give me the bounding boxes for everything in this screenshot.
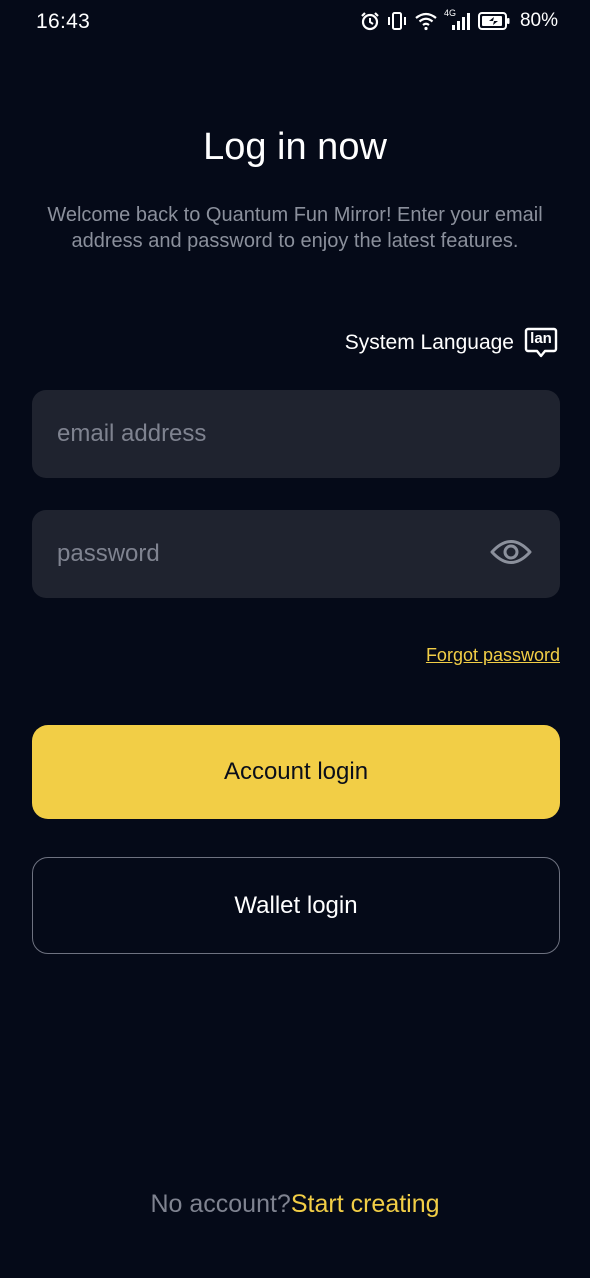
account-login-button[interactable]: Account login [32, 725, 560, 819]
password-input[interactable] [32, 510, 560, 598]
battery-icon [477, 12, 510, 30]
login-screen: 16:43 4G 80% Log in now Welcome back to … [0, 0, 590, 1278]
signal-icon: 4G [444, 8, 472, 32]
page-subtitle: Welcome back to Quantum Fun Mirror! Ente… [47, 204, 543, 252]
password-field-container [32, 510, 560, 598]
vibrate-icon [386, 11, 408, 31]
email-field-container [32, 390, 560, 478]
no-account-text: No account? [150, 1190, 291, 1218]
alarm-icon [360, 11, 380, 31]
email-input[interactable] [32, 390, 560, 478]
start-creating-link[interactable]: Start creating [291, 1190, 440, 1218]
language-selector[interactable]: System Language lan [345, 326, 558, 360]
wifi-icon [414, 11, 438, 31]
eye-icon [490, 537, 532, 572]
status-icons: 4G 80% [360, 8, 558, 33]
status-bar: 16:43 4G 80% [0, 0, 590, 44]
show-password-button[interactable] [490, 536, 532, 572]
wallet-login-button[interactable]: Wallet login [32, 857, 560, 954]
battery-percentage: 80% [519, 10, 558, 31]
page-title: Log in now [203, 126, 387, 168]
forgot-password-link[interactable]: Forgot password [426, 645, 560, 666]
signup-prompt: No account?Start creating [0, 1190, 590, 1219]
language-icon-text: lan [530, 330, 552, 347]
language-label: System Language [344, 331, 514, 354]
status-time: 16:43 [36, 10, 91, 33]
language-icon: lan [524, 327, 558, 359]
